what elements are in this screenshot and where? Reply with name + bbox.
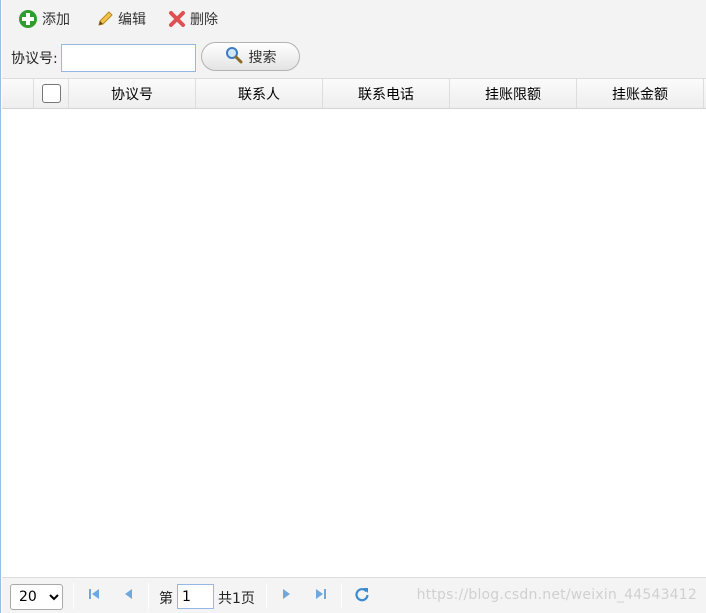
search-icon — [225, 46, 243, 68]
pencil-icon — [96, 10, 114, 28]
column-header-phone[interactable]: 联系电话 — [323, 79, 450, 108]
grid-header: 协议号 联系人 联系电话 挂账限额 挂账金额 — [2, 78, 706, 109]
select-all-checkbox[interactable] — [41, 84, 61, 103]
watermark-text: https://blog.csdn.net/weixin_44543412 — [416, 587, 697, 603]
column-header-credit-limit[interactable]: 挂账限额 — [450, 79, 577, 108]
refresh-icon — [354, 586, 370, 606]
edit-button[interactable]: 编辑 — [96, 6, 146, 32]
next-page-button[interactable] — [277, 586, 297, 606]
pagination-bar: 20 第 共1页 — [2, 577, 706, 613]
search-button[interactable]: 搜索 — [201, 42, 300, 71]
last-page-icon — [314, 587, 328, 605]
datagrid-panel: 添加 编辑 删除 协议号: 搜索 协议号 联系人 联系电话 挂账限额 挂账金额 … — [0, 0, 706, 613]
row-number-header — [2, 79, 34, 108]
delete-label: 删除 — [190, 12, 218, 28]
close-icon — [168, 10, 186, 28]
pager-divider — [266, 583, 267, 609]
select-all-cell — [34, 79, 69, 108]
page-prefix: 第 — [159, 591, 173, 607]
edit-label: 编辑 — [118, 12, 146, 28]
column-header-contact[interactable]: 联系人 — [196, 79, 323, 108]
search-button-label: 搜索 — [248, 49, 277, 66]
column-header-agreement-no[interactable]: 协议号 — [69, 79, 196, 108]
page-size-select[interactable]: 20 — [10, 584, 63, 610]
refresh-button[interactable] — [352, 586, 372, 606]
prev-page-icon — [121, 587, 135, 605]
agreement-no-input[interactable] — [61, 44, 196, 72]
last-page-button[interactable] — [311, 586, 331, 606]
pager-divider — [148, 583, 149, 609]
column-header-credit-amount[interactable]: 挂账金额 — [577, 79, 704, 108]
current-page-input[interactable] — [177, 584, 214, 609]
pager-divider — [73, 583, 74, 609]
first-page-icon — [87, 587, 101, 605]
add-button[interactable]: 添加 — [18, 6, 70, 32]
agreement-no-label: 协议号: — [11, 51, 58, 67]
total-pages-text: 共1页 — [218, 591, 255, 607]
add-label: 添加 — [42, 12, 70, 28]
next-page-icon — [280, 587, 294, 605]
pager-divider — [341, 583, 342, 609]
delete-button[interactable]: 删除 — [168, 6, 218, 32]
grid-body — [2, 109, 706, 577]
first-page-button[interactable] — [84, 586, 104, 606]
toolbar: 添加 编辑 删除 协议号: 搜索 — [2, 0, 706, 78]
prev-page-button[interactable] — [118, 586, 138, 606]
plus-icon — [18, 9, 38, 29]
